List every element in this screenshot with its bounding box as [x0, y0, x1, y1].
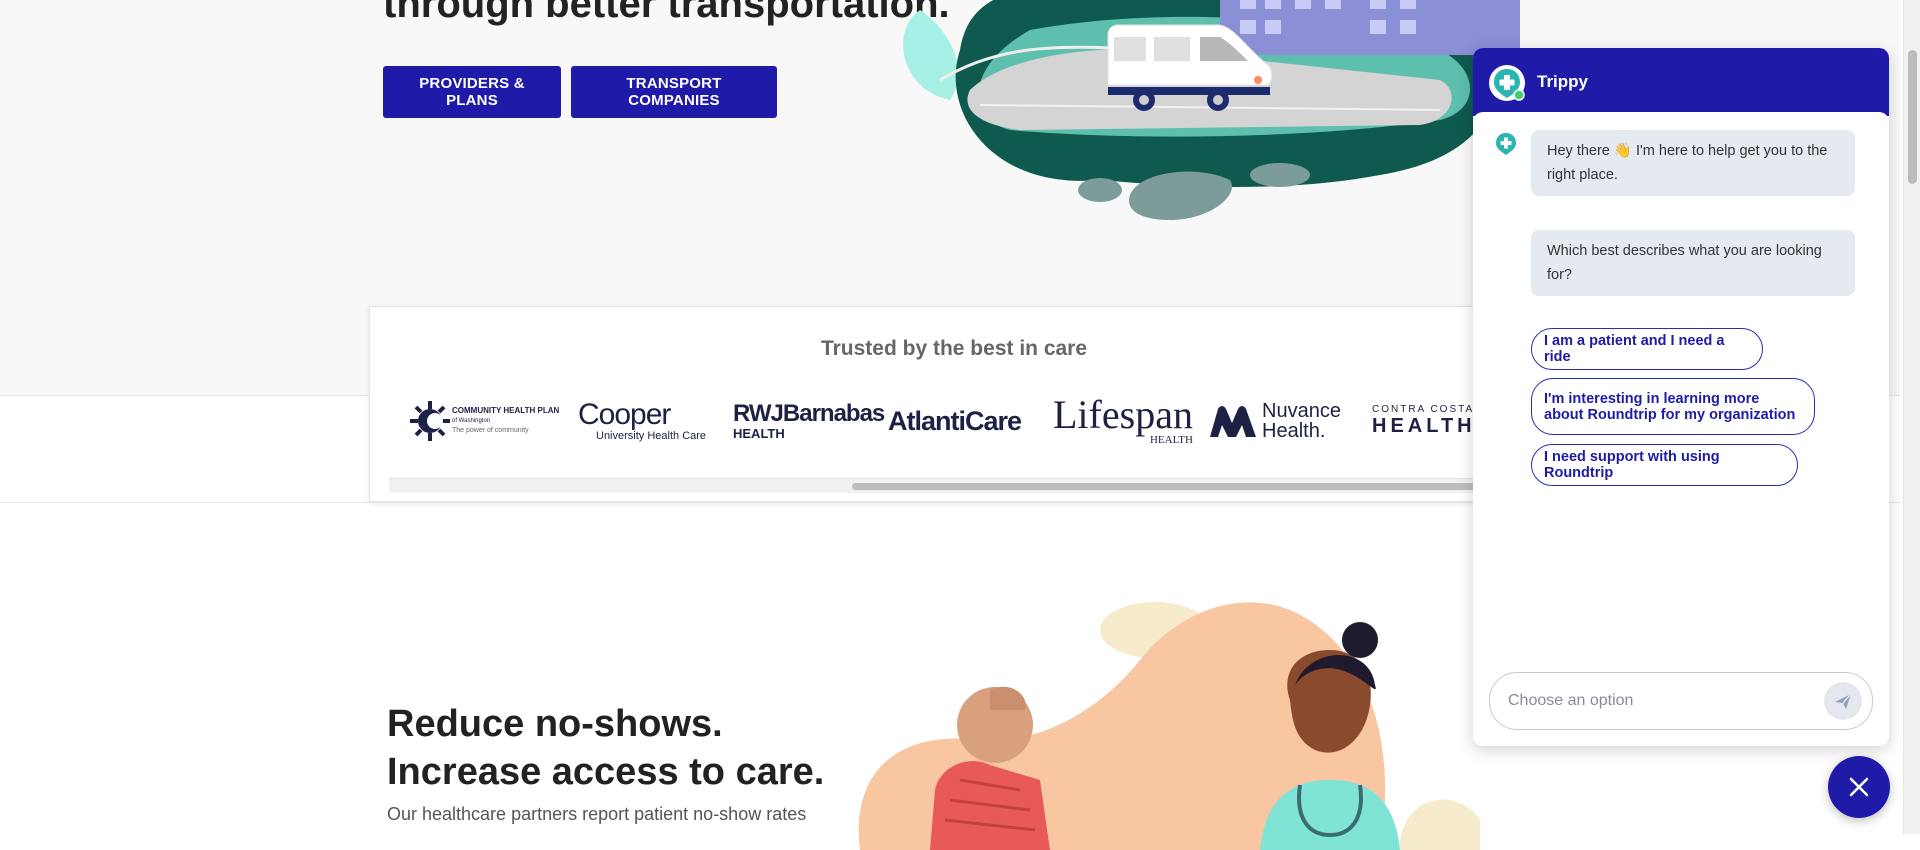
- logo-lifespan-line1: Lifespan: [1053, 392, 1193, 437]
- logo-nuvance: Nuvance Health.: [1208, 391, 1341, 451]
- logo-nuvance-line1: Nuvance: [1262, 400, 1341, 422]
- bot-name: Trippy: [1537, 72, 1589, 91]
- logo-lifespan-line2: HEALTH: [1149, 434, 1193, 446]
- logo-contra-line2: HEALTH: [1372, 415, 1476, 437]
- option-support-button[interactable]: I need support with using Roundtrip: [1531, 444, 1798, 486]
- logo-chp-line3: The power of community: [452, 427, 529, 434]
- section2-paragraph: Our healthcare partners report patient n…: [387, 804, 807, 824]
- bot-message-icon: [1496, 133, 1516, 155]
- hero-van-illustration: [903, 0, 1520, 220]
- send-button[interactable]: [1824, 682, 1862, 720]
- chat-header: Trippy: [1473, 48, 1889, 116]
- close-chat-button[interactable]: [1828, 756, 1890, 818]
- chat-input-container: [1489, 672, 1873, 730]
- chat-input[interactable]: [1506, 683, 1810, 719]
- option-learn-more-button[interactable]: I'm interesting in learning more about R…: [1531, 378, 1815, 435]
- bot-message: Which best describes what you are lookin…: [1531, 230, 1855, 296]
- medical-cross-icon: [1494, 69, 1525, 101]
- section2-heading-line2: Increase access to care.: [387, 751, 825, 793]
- send-icon: [1835, 693, 1852, 709]
- trusted-title: Trusted by the best in care: [820, 337, 1088, 360]
- logo-chp-line2: of Washington: [452, 418, 491, 424]
- logos-scrollbar-thumb[interactable]: [852, 483, 1500, 490]
- patient-nurse-illustration: [858, 602, 1480, 850]
- logo-rwj-line1: RWJBarnabas: [733, 399, 885, 427]
- trusted-logos-card: Trusted by the best in care COMMUNITY HE…: [369, 306, 1501, 502]
- bot-avatar: [1489, 65, 1525, 101]
- logo-nuvance-line2: Health.: [1262, 420, 1326, 442]
- logo-cooper-line1: Cooper: [578, 398, 671, 431]
- logo-atlanticare: AtlantiCare: [888, 391, 1022, 451]
- page-vertical-scrollbar[interactable]: [1903, 0, 1920, 834]
- logo-rwjbarnabas: RWJBarnabas HEALTH: [733, 391, 885, 451]
- hero-heading: through better transportation.: [383, 0, 950, 26]
- close-icon: [1849, 777, 1869, 797]
- logos-horizontal-scrollbar[interactable]: [389, 478, 1500, 493]
- section2-heading: Reduce no-shows. Increase access to care…: [387, 700, 824, 796]
- logo-contra-costa: CONTRA COSTA HEALTH: [1372, 391, 1476, 451]
- logo-lifespan: Lifespan HEALTH: [1053, 391, 1193, 451]
- nuvance-mark-icon: [1210, 406, 1256, 437]
- logo-chp-line1: COMMUNITY HEALTH PLAN: [452, 406, 560, 415]
- logo-atlanticare-text: AtlantiCare: [888, 405, 1022, 436]
- providers-plans-button[interactable]: PROVIDERS & PLANS: [383, 66, 561, 118]
- logo-rwj-line2: HEALTH: [733, 425, 785, 441]
- chat-body: Hey there 👋 I'm here to help get you to …: [1473, 112, 1889, 672]
- transport-companies-button[interactable]: TRANSPORT COMPANIES: [571, 66, 777, 118]
- logo-cooper: Cooper University Health Care: [578, 391, 706, 451]
- option-patient-ride-button[interactable]: I am a patient and I need a ride: [1531, 328, 1763, 370]
- logo-cooper-line2: University Health Care: [596, 430, 707, 442]
- sunburst-logo-icon: [410, 401, 450, 441]
- logo-contra-line1: CONTRA COSTA: [1372, 404, 1475, 415]
- section2-heading-line1: Reduce no-shows.: [387, 703, 723, 745]
- page-scrollbar-thumb[interactable]: [1908, 50, 1917, 184]
- bot-message: Hey there 👋 I'm here to help get you to …: [1531, 130, 1855, 196]
- chat-window: Trippy Hey there 👋 I'm here to help get …: [1473, 48, 1889, 746]
- logo-community-health-plan: COMMUNITY HEALTH PLAN of Washington The …: [410, 391, 559, 451]
